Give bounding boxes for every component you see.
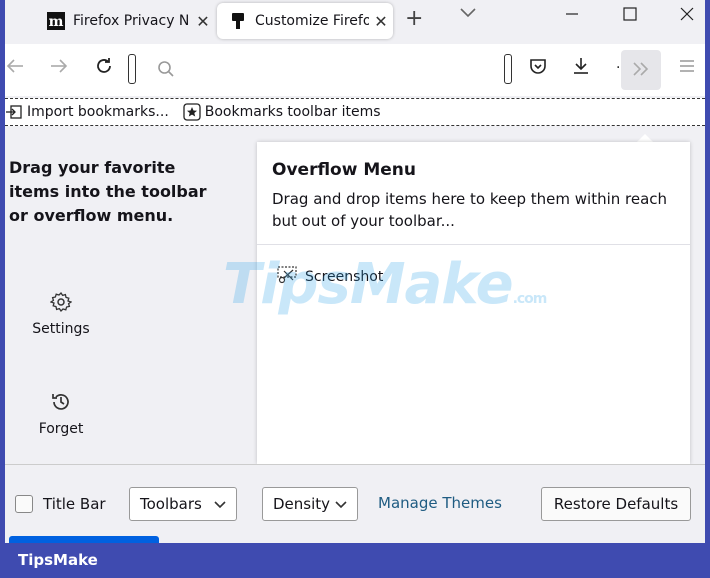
tab-title: Firefox Privacy N xyxy=(73,13,190,29)
palette-label: Settings xyxy=(32,321,90,337)
pocket-icon[interactable] xyxy=(528,56,548,81)
tab-title: Customize Firefo xyxy=(255,13,369,29)
close-window-icon[interactable] xyxy=(680,6,694,25)
bookmarks-toolbar-items[interactable]: Bookmarks toolbar items xyxy=(183,103,381,121)
close-tab-icon[interactable]: ✕ xyxy=(191,12,215,31)
import-icon xyxy=(5,104,23,120)
mdn-favicon-icon: m xyxy=(47,12,65,30)
overflow-item-screenshot[interactable]: Screenshot xyxy=(277,266,383,288)
title-bar-label: Title Bar xyxy=(43,495,106,513)
history-icon xyxy=(26,389,96,415)
nav-toolbar: · xyxy=(5,44,705,96)
toolbars-dropdown[interactable]: Toolbars xyxy=(129,487,237,521)
maximize-icon[interactable] xyxy=(623,6,637,25)
overflow-menu-title: Overflow Menu xyxy=(272,160,417,180)
bookmark-label: Bookmarks toolbar items xyxy=(204,104,381,120)
star-icon xyxy=(183,103,201,121)
overflow-menu-button[interactable] xyxy=(621,50,661,90)
flexible-space-left[interactable] xyxy=(128,54,136,84)
import-bookmarks-item[interactable]: Import bookmarks... xyxy=(5,104,169,120)
chevron-down-icon xyxy=(335,495,347,513)
bookmark-label: Import bookmarks... xyxy=(27,104,169,120)
toolbars-label: Toolbars xyxy=(140,495,202,513)
tab-strip: m Firefox Privacy N ✕ Customize Firefo ✕… xyxy=(5,0,705,42)
overflow-menu-panel: Overflow Menu Drag and drop items here t… xyxy=(257,142,690,464)
double-chevron-icon xyxy=(632,60,650,81)
manage-themes-link[interactable]: Manage Themes xyxy=(378,494,502,512)
palette-item-forget[interactable]: Forget xyxy=(26,389,96,437)
screenshot-icon xyxy=(277,266,297,288)
firefox-window: m Firefox Privacy N ✕ Customize Firefo ✕… xyxy=(5,0,705,543)
tab-customize-firefox[interactable]: Customize Firefo ✕ xyxy=(217,3,393,39)
done-button-partial[interactable] xyxy=(9,536,159,543)
overflow-divider xyxy=(257,244,690,245)
brand-logo-text: TipsMake xyxy=(18,551,98,569)
checkbox-box[interactable] xyxy=(15,495,33,513)
density-label: Density xyxy=(273,495,331,513)
svg-text:m: m xyxy=(49,14,64,30)
restore-defaults-button[interactable]: Restore Defaults xyxy=(541,487,691,521)
palette-label: Forget xyxy=(38,421,84,437)
new-tab-plus-icon[interactable]: + xyxy=(405,6,423,31)
search-icon xyxy=(157,60,175,82)
overflow-item-label: Screenshot xyxy=(305,269,384,285)
hamburger-menu-icon[interactable] xyxy=(678,56,696,80)
forward-arrow-icon[interactable] xyxy=(49,56,69,81)
customize-footer: Title Bar Toolbars Density Manage Themes… xyxy=(5,464,705,543)
brush-icon xyxy=(229,12,247,30)
bookmarks-toolbar: Import bookmarks... Bookmarks toolbar it… xyxy=(5,98,705,126)
tab-firefox-privacy[interactable]: m Firefox Privacy N ✕ xyxy=(35,3,215,39)
back-arrow-icon[interactable] xyxy=(5,56,25,81)
account-dot-icon: · xyxy=(616,60,621,76)
title-bar-checkbox[interactable]: Title Bar xyxy=(15,495,106,513)
url-bar[interactable] xyxy=(151,52,501,88)
customize-intro-text: Drag your favorite items into the toolba… xyxy=(9,158,207,225)
reload-icon[interactable] xyxy=(94,56,114,81)
download-icon[interactable] xyxy=(571,56,591,81)
flexible-space-right[interactable] xyxy=(504,54,512,84)
close-tab-icon[interactable]: ✕ xyxy=(369,12,393,31)
gear-icon xyxy=(26,289,96,315)
minimize-icon[interactable] xyxy=(565,6,579,25)
palette-item-settings[interactable]: Settings xyxy=(26,289,96,337)
overflow-menu-description: Drag and drop items here to keep them wi… xyxy=(272,190,668,230)
chevron-down-icon[interactable] xyxy=(460,6,476,22)
chevron-down-icon xyxy=(214,495,226,513)
density-dropdown[interactable]: Density xyxy=(262,487,358,521)
